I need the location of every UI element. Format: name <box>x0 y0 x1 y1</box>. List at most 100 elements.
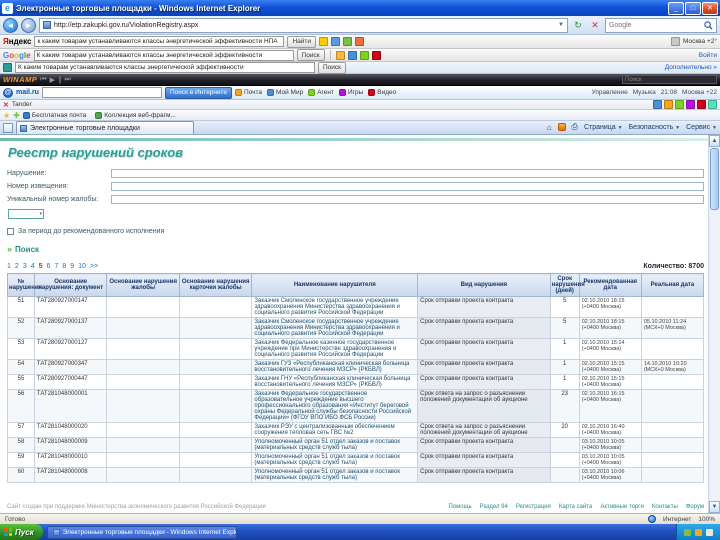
footer-link[interactable]: Помощь <box>448 504 471 510</box>
favorite-item[interactable]: Коллекция веб-фрагм... <box>95 112 176 119</box>
mailru-right-item[interactable]: Музыка <box>633 89 656 96</box>
period-checkbox[interactable] <box>7 228 14 235</box>
assistant-search-button[interactable]: Поиск <box>318 62 346 74</box>
tray-icon-1[interactable] <box>684 529 691 536</box>
page-link->>[interactable]: >> <box>90 263 98 270</box>
scroll-up-icon[interactable]: ▲ <box>709 135 720 147</box>
address-dropdown-icon[interactable]: ▼ <box>558 22 564 28</box>
search-button[interactable]: » Поиск <box>7 245 704 254</box>
print-icon[interactable]: ⎙ <box>572 122 578 132</box>
table-row[interactable]: 60ТАТ281048000008Уполномоченный орган 51… <box>8 468 704 483</box>
column-header[interactable]: Наименование нарушителя <box>252 274 418 297</box>
scroll-down-icon[interactable]: ▼ <box>709 501 720 513</box>
column-header[interactable]: Основание нарушения карточки жалобы <box>179 274 252 297</box>
column-header[interactable]: Основание нарушения: документ <box>34 274 107 297</box>
highlight-icon[interactable] <box>372 51 381 60</box>
footer-link[interactable]: Активные торги <box>600 504 644 510</box>
bookmark-star-icon[interactable] <box>336 51 345 60</box>
page-link-4[interactable]: 4 <box>31 263 35 270</box>
footer-link[interactable]: Форум <box>686 504 704 510</box>
yandex-traffic-icon[interactable] <box>343 37 352 46</box>
addon-label[interactable]: Tander <box>12 101 32 108</box>
mailru-right-item[interactable]: Москва +22 <box>682 89 717 96</box>
mailru-item[interactable]: Агент <box>308 89 334 96</box>
winamp-next-icon[interactable]: ⏭ <box>64 76 70 84</box>
notice-number-input[interactable] <box>111 182 704 191</box>
tray-icon-2[interactable] <box>695 529 702 536</box>
column-header[interactable]: Реальная дата <box>641 274 703 297</box>
assistant-search-input[interactable]: К каким товарам устанавливаются классы э… <box>15 62 315 73</box>
mailru-right-item[interactable]: Управление <box>592 89 628 96</box>
start-button[interactable]: Пуск <box>0 524 43 540</box>
addon-icon-2[interactable] <box>664 100 673 109</box>
footer-link[interactable]: Контакты <box>652 504 678 510</box>
minimize-button[interactable]: _ <box>668 2 684 15</box>
command-сервис[interactable]: Сервис ▼ <box>686 124 717 131</box>
feeds-icon[interactable] <box>558 123 566 131</box>
translate-icon[interactable] <box>360 51 369 60</box>
yandex-search-input[interactable]: к каким товарам устанавливаются классы э… <box>34 36 284 47</box>
favorite-item[interactable]: Бесплатная почта <box>23 112 86 119</box>
table-row[interactable]: 58ТАТ281048000009Уполномоченный орган 51… <box>8 438 704 453</box>
footer-link[interactable]: Раздел 94 <box>480 504 508 510</box>
assistant-more-link[interactable]: Дополнительно » <box>665 64 717 71</box>
address-bar[interactable]: http://etp.zakupki.gov.ru/ViolationRegis… <box>39 18 568 33</box>
table-row[interactable]: 57ТАТ281048000020Заказчик РЭУ с централи… <box>8 423 704 438</box>
winamp-search-input[interactable]: Поиск <box>622 75 717 84</box>
mailru-item[interactable]: Мой Мир <box>267 89 303 96</box>
addon-icon-6[interactable] <box>708 100 717 109</box>
command-страница[interactable]: Страница ▼ <box>584 124 623 131</box>
page-link-7[interactable]: 7 <box>54 263 58 270</box>
table-row[interactable]: 55ТАТ280927000447Заказчик ГНУ «Республик… <box>8 375 704 390</box>
page-link-8[interactable]: 8 <box>62 263 66 270</box>
mailru-item[interactable]: Видео <box>368 89 396 96</box>
mailru-search-input[interactable] <box>42 87 162 98</box>
table-row[interactable]: 59ТАТ281048000010Уполномоченный орган 51… <box>8 453 704 468</box>
page-link-2[interactable]: 2 <box>15 263 19 270</box>
command-безопасность[interactable]: Безопасность ▼ <box>629 124 681 131</box>
filter-select[interactable]: ▾ <box>8 209 44 219</box>
addon-icon-4[interactable] <box>686 100 695 109</box>
winamp-prev-icon[interactable]: ⏮ <box>40 76 46 84</box>
addon-icon-1[interactable] <box>653 100 662 109</box>
page-link-9[interactable]: 9 <box>70 263 74 270</box>
violation-input[interactable] <box>111 169 704 178</box>
mailru-search-button[interactable]: Поиск в Интернете <box>165 87 232 99</box>
forward-button[interactable]: ► <box>21 18 36 33</box>
home-icon[interactable]: ⌂ <box>547 123 552 132</box>
taskbar-task[interactable]: Электронные торговые площадки - Windows … <box>47 526 237 539</box>
column-header[interactable]: Рекомендованная дата <box>579 274 641 297</box>
yandex-money-icon[interactable] <box>331 37 340 46</box>
page-link-6[interactable]: 6 <box>47 263 51 270</box>
google-search-input[interactable]: К каким товарам устанавливаются классы э… <box>34 50 294 61</box>
favorites-star-icon[interactable]: ★ <box>3 111 10 120</box>
search-box[interactable]: Google <box>605 18 717 33</box>
winamp-play-icon[interactable]: ▶ <box>50 76 55 84</box>
refresh-icon[interactable]: ↻ <box>571 18 585 32</box>
complaint-number-input[interactable] <box>111 195 704 204</box>
footer-link[interactable]: Карта сайта <box>559 504 592 510</box>
footer-link[interactable]: Регистрация <box>516 504 551 510</box>
page-link-3[interactable]: 3 <box>23 263 27 270</box>
table-row[interactable]: 52ТАТ280927000137Заказчик Смоленское гос… <box>8 318 704 339</box>
add-favorite-icon[interactable]: ✚ <box>13 111 20 120</box>
mailru-item[interactable]: Игры <box>339 89 363 96</box>
vertical-scrollbar[interactable]: ▲ ▼ <box>708 135 720 513</box>
addon-icon-5[interactable] <box>697 100 706 109</box>
column-header[interactable]: Вид нарушения <box>418 274 551 297</box>
page-link-10[interactable]: 10 <box>78 263 86 270</box>
back-button[interactable]: ◄ <box>3 18 18 33</box>
column-header[interactable]: № нарушения <box>8 274 35 297</box>
google-sign-in[interactable]: Войти <box>699 52 717 59</box>
table-row[interactable]: 53ТАТ280927000127Заказчик Федеральное ка… <box>8 339 704 360</box>
spellcheck-icon[interactable] <box>348 51 357 60</box>
yandex-weather-icon[interactable] <box>355 37 364 46</box>
zoom-level[interactable]: 100% <box>698 516 715 523</box>
column-header[interactable]: Основание нарушения жалобы <box>107 274 180 297</box>
close-button[interactable]: ✕ <box>702 2 718 15</box>
mailru-right-item[interactable]: 21:08 <box>661 89 677 96</box>
table-row[interactable]: 56ТАТ281048000001Заказчик Федеральное го… <box>8 390 704 423</box>
stop-icon[interactable]: ✕ <box>588 18 602 32</box>
table-row[interactable]: 54ТАТ280927000347Заказчик ГУЗ «Республик… <box>8 360 704 375</box>
yandex-settings-icon[interactable] <box>671 37 680 46</box>
